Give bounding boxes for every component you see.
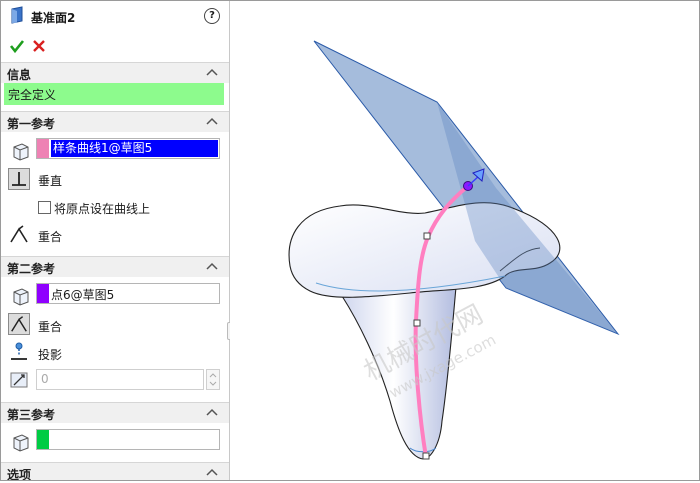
- distance-spinner[interactable]: [206, 369, 220, 390]
- projection-label: 投影: [38, 348, 63, 362]
- reference1-color-swatch: [37, 139, 49, 158]
- section-ref1-label: 第一参考: [7, 117, 56, 131]
- chevron-up-icon[interactable]: [205, 65, 219, 79]
- reference1-selection-field[interactable]: 样条曲线1@草图5: [36, 138, 220, 159]
- origin-on-curve-checkbox[interactable]: [38, 201, 51, 214]
- reference-entity-icon: [13, 143, 29, 161]
- chevron-up-icon[interactable]: [205, 114, 219, 128]
- spline-point[interactable]: [422, 452, 430, 460]
- section-ref3-label: 第三参考: [7, 408, 56, 422]
- perpendicular-label: 垂直: [38, 174, 63, 188]
- section-info-label: 信息: [7, 68, 32, 82]
- spline-point[interactable]: [413, 319, 421, 327]
- graphics-viewport[interactable]: 机械时代网 www.jxage.com: [230, 1, 699, 480]
- reference1-value: 样条曲线1@草图5: [51, 140, 218, 157]
- origin-on-curve-label: 将原点设在曲线上: [54, 202, 151, 216]
- perpendicular-button[interactable]: [8, 168, 30, 190]
- perpendicular-icon: [12, 172, 26, 186]
- section-ref1-header[interactable]: 第一参考: [1, 111, 229, 132]
- reference-entity-icon: [13, 434, 29, 452]
- projection-icon: [11, 342, 27, 360]
- chevron-up-icon[interactable]: [205, 259, 219, 273]
- coincident-icon: [10, 225, 28, 243]
- property-manager-panel: 基准面2 ? 信息 完全定义 第一参考 样条曲线1@草图5 垂直 将原点设在曲线…: [1, 1, 230, 480]
- reference3-selection-field[interactable]: [36, 429, 220, 450]
- coincident1-label: 重合: [38, 230, 63, 244]
- x-icon[interactable]: [32, 39, 46, 53]
- reference2-selection-field[interactable]: 点6@草图5: [36, 283, 220, 304]
- section-options-label: 选项: [7, 468, 32, 480]
- reference2-value: 点6@草图5: [51, 288, 115, 302]
- coincident2-button[interactable]: [8, 313, 30, 335]
- reference-entity-icon: [13, 288, 29, 306]
- help-icon[interactable]: ?: [204, 8, 220, 24]
- coincident1-button[interactable]: [8, 223, 30, 245]
- section-ref2-label: 第二参考: [7, 262, 56, 276]
- distance-icon: [10, 372, 28, 388]
- chevron-up-icon[interactable]: [205, 465, 219, 479]
- projection-button[interactable]: [8, 341, 30, 363]
- section-options-header[interactable]: 选项: [1, 462, 229, 480]
- status-badge: 完全定义: [4, 83, 224, 105]
- reference3-color-swatch: [37, 430, 49, 449]
- distance-value: 0: [41, 372, 49, 386]
- spline-point[interactable]: [423, 232, 431, 240]
- section-info-header[interactable]: 信息: [1, 62, 229, 83]
- status-text: 完全定义: [8, 88, 57, 102]
- check-icon[interactable]: [9, 38, 25, 54]
- panel-title: 基准面2: [31, 11, 76, 25]
- coincident-icon: [11, 316, 27, 332]
- distance-input[interactable]: 0: [36, 369, 204, 390]
- section-ref2-header[interactable]: 第二参考: [1, 256, 229, 277]
- section-ref3-header[interactable]: 第三参考: [1, 402, 229, 423]
- reference2-color-swatch: [37, 284, 49, 303]
- plane-feature-icon: [11, 6, 23, 24]
- model-scene: 机械时代网 www.jxage.com: [288, 40, 620, 460]
- chevron-up-icon[interactable]: [205, 405, 219, 419]
- coincident2-label: 重合: [38, 320, 63, 334]
